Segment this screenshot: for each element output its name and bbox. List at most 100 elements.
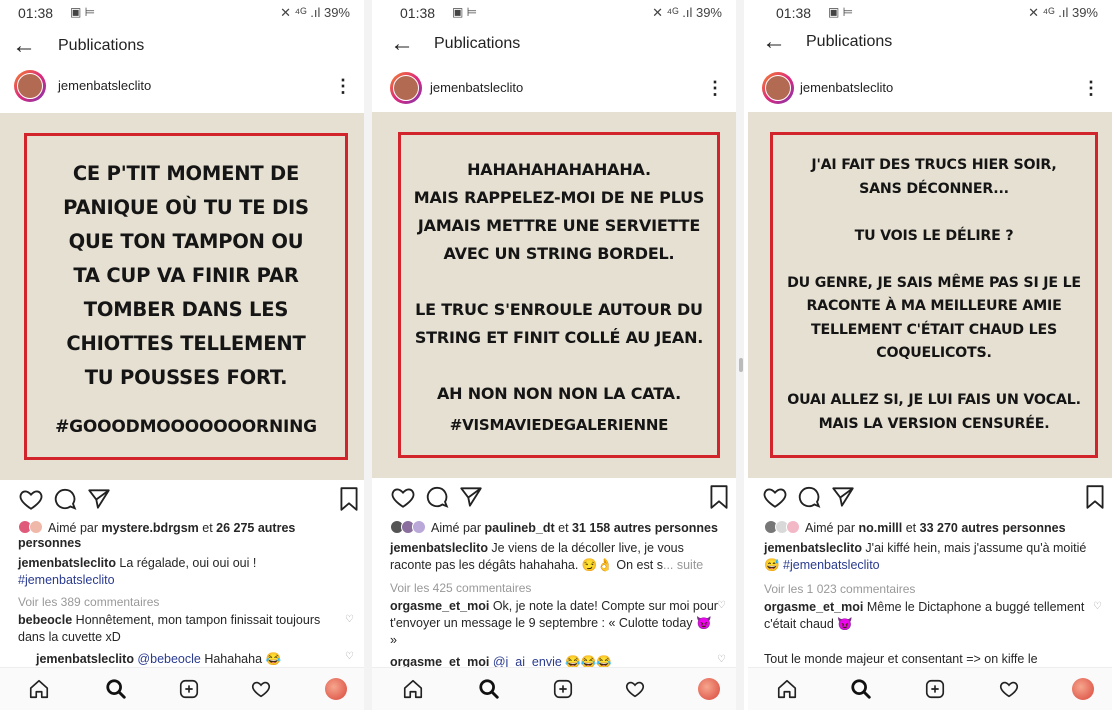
activity-icon[interactable] xyxy=(624,678,646,700)
back-arrow-icon[interactable]: ← xyxy=(390,30,414,58)
likes-count[interactable]: 33 270 autres personnes xyxy=(920,521,1066,535)
likes-count[interactable]: 31 158 autres personnes xyxy=(572,521,718,535)
comment-icon[interactable] xyxy=(796,484,822,510)
comment-item: orgasme_et_moi Même le Dictaphone a bugg… xyxy=(764,599,1098,633)
comment-reply: jemenbatsleclito @bebeocle Hahahaha 😂 xyxy=(36,651,350,668)
likes-prefix: Aimé par xyxy=(805,521,859,535)
scroll-handle[interactable] xyxy=(739,358,743,372)
comment-username[interactable]: orgasme_et_moi xyxy=(764,600,863,614)
caption-username[interactable]: jemenbatsleclito xyxy=(390,541,488,555)
post-actions xyxy=(372,484,736,514)
view-comments-link[interactable]: Voir les 425 commentaires xyxy=(390,580,722,597)
more-options-icon[interactable]: ⋮ xyxy=(1082,78,1100,98)
liker-username[interactable]: mystere.bdrgsm xyxy=(102,521,199,535)
image-text: HAHAHAHAHAHAHA. MAIS RAPPELEZ-MOI DE NE … xyxy=(413,160,705,403)
search-icon[interactable] xyxy=(850,678,872,700)
caption-more-link[interactable]: ... suite xyxy=(663,558,703,572)
comment-username[interactable]: orgasme_et_moi xyxy=(390,599,489,613)
home-icon[interactable] xyxy=(402,678,424,700)
caption-hashtag[interactable]: #jemenbatsleclito xyxy=(18,573,115,587)
likes-line[interactable]: Aimé par paulineb_dt et 31 158 autres pe… xyxy=(390,520,722,536)
post-image[interactable]: CE P'TIT MOMENT DE PANIQUE OÙ TU TE DIS … xyxy=(0,113,364,480)
add-post-icon[interactable] xyxy=(178,678,200,700)
caption: jemenbatsleclito J'ai kiffé hein, mais j… xyxy=(764,540,1098,574)
share-icon[interactable] xyxy=(458,484,484,510)
likes-line[interactable]: Aimé par no.milll et 33 270 autres perso… xyxy=(764,520,1098,536)
caption-hashtag[interactable]: #jemenbatsleclito xyxy=(783,558,880,572)
heart-icon[interactable] xyxy=(18,486,44,512)
comment-icon[interactable] xyxy=(52,486,78,512)
caption-text: La régalade, oui oui oui ! xyxy=(115,556,257,570)
post-image[interactable]: J'AI FAIT DES TRUCS HIER SOIR, SANS DÉCO… xyxy=(748,112,1112,478)
add-post-icon[interactable] xyxy=(924,678,946,700)
post-header: jemenbatsleclito ⋮ xyxy=(372,72,736,112)
post-username[interactable]: jemenbatsleclito xyxy=(58,78,151,93)
comment-icon[interactable] xyxy=(424,484,450,510)
user-avatar[interactable] xyxy=(14,70,46,102)
view-comments-link[interactable]: Voir les 389 commentaires xyxy=(18,594,350,611)
post-actions xyxy=(0,486,364,516)
liker-avatar xyxy=(29,520,43,534)
image-text: J'AI FAIT DES TRUCS HIER SOIR, SANS DÉCO… xyxy=(787,157,1081,432)
user-avatar[interactable] xyxy=(762,72,794,104)
notification-icons: ▣ ⊨ xyxy=(828,5,854,19)
bookmark-icon[interactable] xyxy=(708,484,730,510)
bookmark-icon[interactable] xyxy=(338,486,360,512)
post-username[interactable]: jemenbatsleclito xyxy=(800,80,893,95)
add-post-icon[interactable] xyxy=(552,678,574,700)
comment-like-icon[interactable]: ♡ xyxy=(717,654,726,665)
heart-icon[interactable] xyxy=(762,484,788,510)
likes-line[interactable]: Aimé par mystere.bdrgsm et 26 275 autres… xyxy=(18,520,350,551)
caption: jemenbatsleclito La régalade, oui oui ou… xyxy=(18,555,350,589)
liker-username[interactable]: paulineb_dt xyxy=(485,521,555,535)
post-header: jemenbatsleclito ⋮ xyxy=(0,70,364,110)
activity-icon[interactable] xyxy=(250,678,272,700)
bookmark-icon[interactable] xyxy=(1084,484,1106,510)
more-options-icon[interactable]: ⋮ xyxy=(334,76,352,96)
comment-like-icon[interactable]: ♡ xyxy=(345,651,354,662)
comment-like-icon[interactable]: ♡ xyxy=(1093,601,1102,612)
likes-prefix: Aimé par xyxy=(48,521,102,535)
more-options-icon[interactable]: ⋮ xyxy=(706,78,724,98)
bottom-nav xyxy=(372,667,736,710)
comment-like-icon[interactable]: ♡ xyxy=(717,600,726,611)
search-icon[interactable] xyxy=(478,678,500,700)
post-username[interactable]: jemenbatsleclito xyxy=(430,80,523,95)
user-avatar[interactable] xyxy=(390,72,422,104)
top-header: ← Publications xyxy=(748,26,1112,60)
post-image[interactable]: HAHAHAHAHAHAHA. MAIS RAPPELEZ-MOI DE NE … xyxy=(372,112,736,478)
page-title: Publications xyxy=(434,35,521,52)
caption-username[interactable]: jemenbatsleclito xyxy=(18,556,116,570)
activity-icon[interactable] xyxy=(998,678,1020,700)
panel-divider xyxy=(736,0,744,710)
bottom-nav xyxy=(748,667,1112,710)
status-bar: 01:38 ▣ ⊨ ✕ ⁴ᴳ .ıl 39% xyxy=(0,0,364,26)
status-battery-signal: ✕ ⁴ᴳ .ıl 39% xyxy=(1028,5,1098,20)
comment-like-icon[interactable]: ♡ xyxy=(345,614,354,625)
profile-avatar[interactable] xyxy=(698,678,720,700)
profile-avatar[interactable] xyxy=(1072,678,1094,700)
liker-avatar xyxy=(786,520,800,534)
profile-avatar[interactable] xyxy=(325,678,347,700)
share-icon[interactable] xyxy=(86,486,112,512)
post-header: jemenbatsleclito ⋮ xyxy=(748,72,1112,112)
page-title: Publications xyxy=(58,37,145,54)
top-header: ← Publications xyxy=(372,28,736,62)
comment-item: orgasme_et_moi Ok, je note la date! Comp… xyxy=(390,598,722,649)
home-icon[interactable] xyxy=(776,678,798,700)
share-icon[interactable] xyxy=(830,484,856,510)
back-arrow-icon[interactable]: ← xyxy=(762,28,786,56)
view-comments-link[interactable]: Voir les 1 023 commentaires xyxy=(764,581,1098,598)
comment-mention[interactable]: @bebeocle xyxy=(134,652,200,666)
caption-username[interactable]: jemenbatsleclito xyxy=(764,541,862,555)
liker-username[interactable]: no.milll xyxy=(859,521,903,535)
search-icon[interactable] xyxy=(105,678,127,700)
image-frame: CE P'TIT MOMENT DE PANIQUE OÙ TU TE DIS … xyxy=(24,133,348,460)
panel-post-1: 01:38 ▣ ⊨ ✕ ⁴ᴳ .ıl 39% ← Publications je… xyxy=(0,0,364,710)
heart-icon[interactable] xyxy=(390,484,416,510)
comment-username[interactable]: bebeocle xyxy=(18,613,72,627)
back-arrow-icon[interactable]: ← xyxy=(12,32,36,60)
comment-username[interactable]: jemenbatsleclito xyxy=(36,652,134,666)
home-icon[interactable] xyxy=(28,678,50,700)
notification-icons: ▣ ⊨ xyxy=(70,5,96,19)
